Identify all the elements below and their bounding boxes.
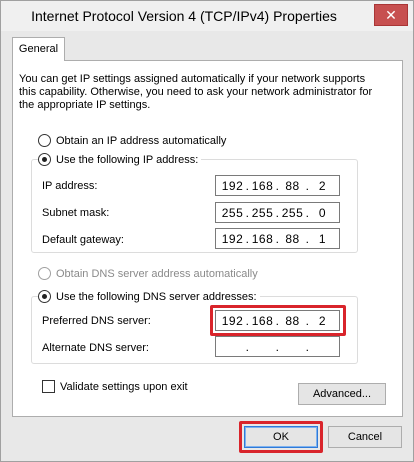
ok-button[interactable]: OK [244, 426, 318, 448]
window-title: Internet Protocol Version 4 (TCP/IPv4) P… [31, 8, 337, 24]
default-gateway-label: Default gateway: [42, 234, 124, 246]
radio-circle[interactable] [38, 290, 51, 303]
radio-use-following-dns-label: Use the following DNS server addresses: [56, 290, 257, 303]
radio-obtain-ip-auto-label: Obtain an IP address automatically [56, 134, 227, 147]
radio-obtain-dns-auto[interactable]: Obtain DNS server address automatically [38, 267, 258, 280]
default-gateway-input[interactable]: 192. 168. 88. 1 [215, 228, 340, 249]
advanced-button[interactable]: Advanced... [298, 383, 386, 405]
alternate-dns-label: Alternate DNS server: [42, 342, 149, 354]
title-bar[interactable]: Internet Protocol Version 4 (TCP/IPv4) P… [1, 1, 413, 31]
radio-obtain-ip-auto[interactable]: Obtain an IP address automatically [38, 134, 226, 147]
validate-checkbox-label: Validate settings upon exit [60, 380, 188, 393]
ip-address-label: IP address: [42, 180, 98, 192]
radio-use-following-ip-label: Use the following IP address: [56, 153, 199, 166]
alternate-dns-input[interactable]: . . . [215, 336, 340, 357]
dialog-window: Internet Protocol Version 4 (TCP/IPv4) P… [0, 0, 414, 462]
radio-use-following-dns[interactable]: Use the following DNS server addresses: [38, 290, 260, 303]
preferred-dns-input[interactable]: 192. 168. 88. 2 [215, 310, 340, 331]
intro-text: You can get IP settings assigned automat… [19, 73, 373, 111]
ip-address-input[interactable]: 192. 168. 88. 2 [215, 175, 340, 196]
radio-use-following-ip[interactable]: Use the following IP address: [38, 153, 202, 166]
close-icon: ✕ [385, 7, 397, 23]
validate-checkbox[interactable]: Validate settings upon exit [42, 380, 188, 393]
subnet-mask-label: Subnet mask: [42, 207, 110, 219]
radio-circle[interactable] [38, 153, 51, 166]
cancel-button[interactable]: Cancel [328, 426, 402, 448]
radio-circle[interactable] [38, 134, 51, 147]
preferred-dns-label: Preferred DNS server: [42, 315, 151, 327]
checkbox-box[interactable] [42, 380, 55, 393]
radio-circle[interactable] [38, 267, 51, 280]
close-button[interactable]: ✕ [374, 4, 408, 26]
radio-obtain-dns-auto-label: Obtain DNS server address automatically [56, 267, 258, 280]
subnet-mask-input[interactable]: 255. 255. 255. 0 [215, 202, 340, 223]
tab-general[interactable]: General [12, 37, 65, 61]
